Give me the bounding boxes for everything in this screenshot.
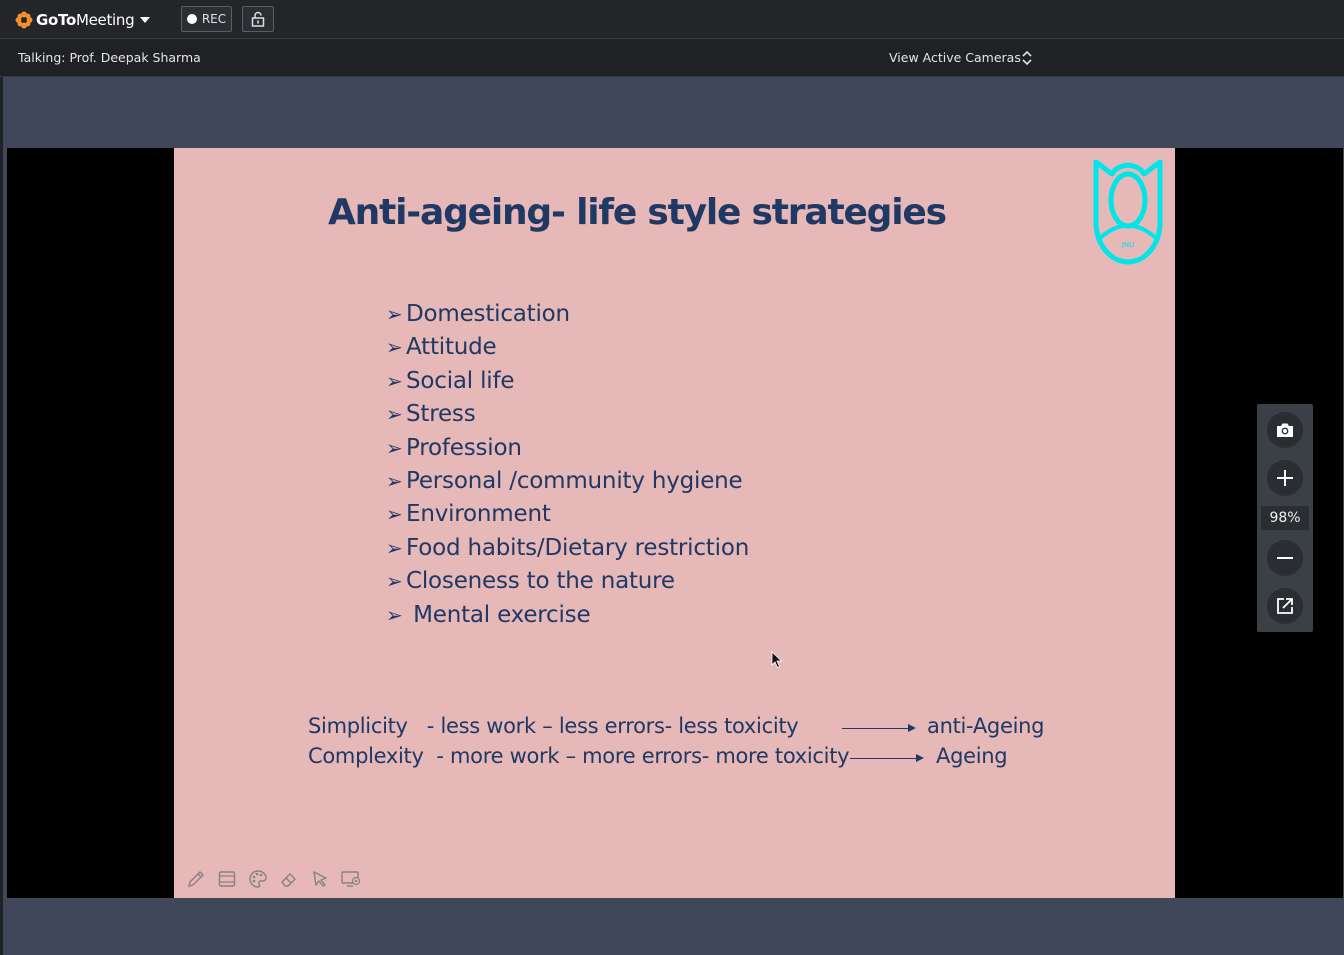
eraser-tool-button[interactable] (277, 868, 301, 890)
arrow-bullet-icon: ➢ (386, 302, 403, 326)
bullet-item: ➢ Mental exercise (386, 599, 749, 632)
unlock-icon (251, 11, 265, 27)
lock-meeting-button[interactable] (242, 6, 274, 32)
bullet-text: Domestication (406, 301, 570, 327)
bullet-item: ➢ Social life (386, 365, 749, 398)
bullet-text: Food habits/Dietary restriction (406, 534, 750, 561)
eraser-icon (281, 873, 296, 887)
mouse-cursor-icon (771, 651, 783, 669)
highlighter-icon (218, 871, 236, 887)
arrow-bullet-icon: ➢ (386, 535, 403, 560)
screenshot-button[interactable] (1267, 412, 1303, 448)
bullet-text: Personal /community hygiene (406, 467, 743, 494)
record-dot-icon (186, 14, 197, 24)
palette-icon (249, 870, 267, 888)
screen-settings-button[interactable] (339, 868, 363, 890)
arrow-bullet-icon: ➢ (386, 502, 403, 527)
simplicity-result: anti-Ageing (927, 714, 1045, 738)
bullet-item: ➢ Environment (386, 498, 749, 531)
brand-meeting-text: Meeting (75, 11, 135, 29)
bullet-item: ➢ Closeness to the nature (386, 565, 749, 598)
bullet-item: ➢ Profession (386, 432, 749, 465)
bullet-text: Closeness to the nature (406, 568, 675, 595)
record-button[interactable]: REC (181, 6, 232, 32)
minus-icon (1277, 557, 1293, 559)
complexity-result: Ageing (936, 744, 1008, 768)
pop-out-icon (1277, 598, 1293, 614)
app-menu-button[interactable]: GoTo Meeting (15, 10, 151, 30)
pencil-icon (188, 871, 204, 887)
bullet-text: Social life (406, 367, 515, 394)
zoom-out-button[interactable] (1267, 540, 1303, 576)
bullet-text: Mental exercise (406, 601, 591, 628)
pop-out-button[interactable] (1267, 588, 1303, 624)
simplicity-statement: Simplicity - less work – less errors- le… (308, 714, 799, 738)
camera-icon (1277, 423, 1293, 437)
arrow-bullet-icon: ➢ (386, 368, 403, 393)
arrow-right-icon (916, 754, 924, 762)
bullet-item: ➢ Food habits/Dietary restriction (386, 532, 749, 565)
bullet-list: ➢ Domestication ➢ Attitude ➢ Social life ➢ S… (386, 298, 749, 632)
jnu-logo: JNU (1093, 159, 1163, 265)
bullet-text: Stress (406, 401, 476, 428)
expand-collapse-icon[interactable] (1020, 48, 1034, 68)
bullet-text: Profession (406, 434, 522, 461)
presentation-slide: Anti-ageing- life style strategies JNU ➢… (174, 148, 1175, 898)
arrow-bullet-icon: ➢ (386, 402, 403, 427)
top-toolbar: GoTo Meeting REC (0, 0, 1344, 39)
logo-text: JNU (1121, 241, 1134, 249)
pointer-icon (313, 871, 327, 887)
color-tool-button[interactable] (246, 868, 270, 890)
record-label: REC (201, 12, 227, 26)
bullet-item: ➢ Domestication (386, 298, 749, 331)
arrow-line (842, 728, 908, 729)
arrow-bullet-icon: ➢ (386, 468, 403, 493)
pointer-tool-button[interactable] (308, 868, 332, 890)
arrow-right-icon (908, 724, 916, 732)
brand-goto-text: GoTo (36, 11, 76, 29)
highlighter-tool-button[interactable] (215, 868, 239, 890)
chevron-down-icon (140, 17, 151, 23)
arrow-bullet-icon: ➢ (386, 335, 403, 360)
info-bar: Talking: Prof. Deepak Sharma View Active… (0, 39, 1344, 77)
plus-icon (1277, 470, 1293, 486)
screen-settings-icon (341, 871, 361, 887)
zoom-in-button[interactable] (1267, 460, 1303, 496)
active-speaker-label: Talking: Prof. Deepak Sharma (18, 50, 201, 65)
bullet-item: ➢ Personal /community hygiene (386, 465, 749, 498)
arrow-bullet-icon: ➢ (386, 569, 403, 594)
complexity-statement: Complexity - more work – more errors- mo… (308, 744, 850, 768)
slide-title: Anti-ageing- life style strategies (328, 192, 947, 233)
bullet-item: ➢ Attitude (386, 331, 749, 364)
bullet-text: Environment (406, 501, 551, 528)
annotation-toolbar (184, 868, 363, 890)
zoom-control-panel: 98% (1257, 404, 1313, 632)
view-active-cameras-button[interactable]: View Active Cameras (889, 50, 1021, 65)
arrow-line (850, 758, 916, 759)
bullet-item: ➢ Stress (386, 398, 749, 431)
arrow-bullet-icon: ➢ (386, 602, 403, 627)
bullet-text: Attitude (406, 334, 497, 361)
zoom-level: 98% (1261, 506, 1309, 530)
arrow-bullet-icon: ➢ (386, 435, 403, 460)
pencil-tool-button[interactable] (184, 868, 208, 890)
gotomeeting-logo-icon (15, 11, 33, 29)
